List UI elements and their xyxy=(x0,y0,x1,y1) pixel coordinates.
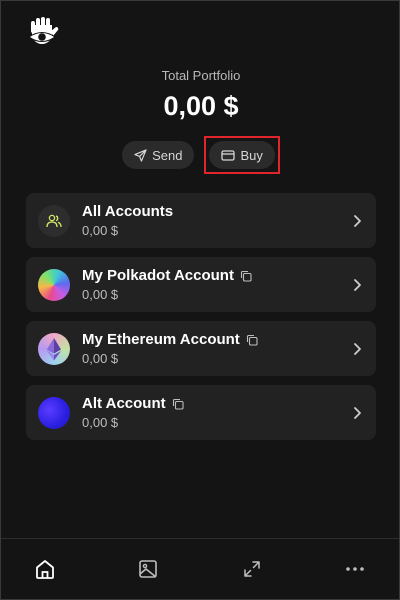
tab-expand[interactable] xyxy=(238,555,266,583)
copy-icon[interactable] xyxy=(246,334,258,346)
tab-more[interactable] xyxy=(341,555,369,583)
account-balance: 0,00 $ xyxy=(82,287,119,302)
credit-card-icon xyxy=(221,149,236,161)
image-icon xyxy=(139,560,158,578)
popup-window: Total Portfolio 0,00 $ Send Buy All Acco… xyxy=(0,0,400,600)
chevron-right-icon xyxy=(354,278,361,291)
chevron-right-icon xyxy=(354,406,361,419)
more-icon xyxy=(346,567,364,571)
buy-button[interactable]: Buy xyxy=(209,141,275,169)
account-item-ethereum[interactable]: My Ethereum Account 0,00 $ xyxy=(26,321,376,376)
chevron-right-icon xyxy=(354,342,361,355)
ethereum-avatar xyxy=(38,332,70,365)
tab-nfts[interactable] xyxy=(134,555,162,583)
account-name: My Ethereum Account xyxy=(82,331,240,348)
total-portfolio-value: 0,00 $ xyxy=(163,91,239,121)
account-name: Alt Account xyxy=(82,395,166,412)
users-icon xyxy=(38,204,70,237)
account-list: All Accounts 0,00 $ My Polkadot Account … xyxy=(26,193,376,449)
buy-label: Buy xyxy=(240,147,263,163)
bottom-nav xyxy=(1,538,399,599)
alt-avatar xyxy=(38,396,70,429)
account-item-polkadot[interactable]: My Polkadot Account 0,00 $ xyxy=(26,257,376,312)
hand-eye-logo-icon[interactable] xyxy=(25,17,59,51)
buy-highlight: Buy xyxy=(204,136,280,174)
action-buttons: Send Buy xyxy=(1,136,400,174)
account-balance: 0,00 $ xyxy=(82,223,119,238)
total-portfolio-label: Total Portfolio xyxy=(161,68,241,83)
polkadot-avatar xyxy=(38,268,70,301)
account-item-all-accounts[interactable]: All Accounts 0,00 $ xyxy=(26,193,376,248)
send-icon xyxy=(134,148,147,162)
account-name: My Polkadot Account xyxy=(82,267,234,284)
send-button[interactable]: Send xyxy=(122,141,195,169)
chevron-right-icon xyxy=(354,214,361,227)
account-balance: 0,00 $ xyxy=(82,351,119,366)
account-balance: 0,00 $ xyxy=(82,415,119,430)
ethereum-icon xyxy=(47,337,61,360)
tab-home[interactable] xyxy=(31,555,59,583)
home-icon xyxy=(36,560,54,579)
account-item-alt[interactable]: Alt Account 0,00 $ xyxy=(26,385,376,440)
copy-icon[interactable] xyxy=(172,398,184,410)
send-label: Send xyxy=(152,147,183,163)
expand-icon xyxy=(243,561,260,577)
copy-icon[interactable] xyxy=(240,270,252,282)
account-name: All Accounts xyxy=(82,203,174,220)
